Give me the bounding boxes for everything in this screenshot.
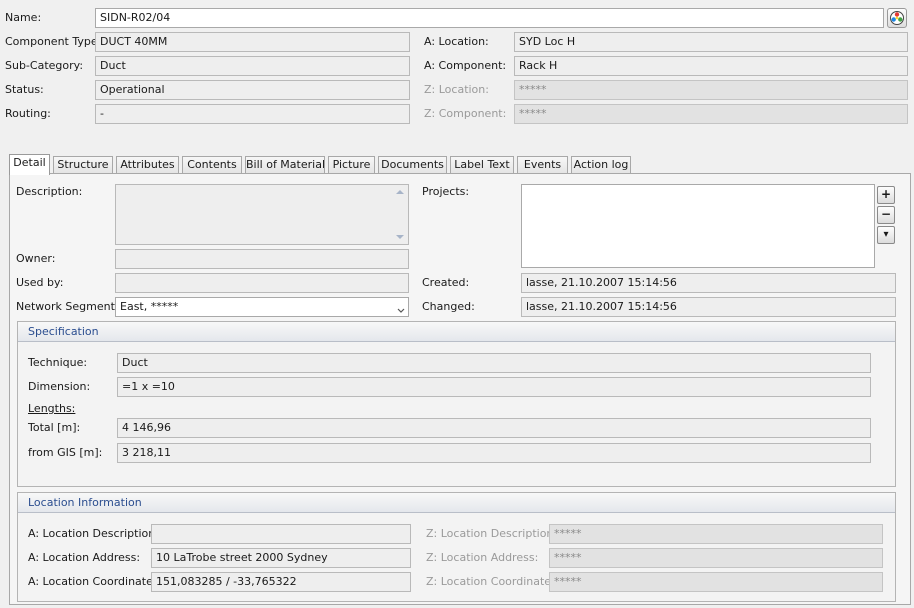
tab-detail[interactable]: Detail <box>9 154 50 175</box>
a-location-address-label: A: Location Address: <box>28 551 141 564</box>
status-label: Status: <box>5 83 44 96</box>
sub-category-field[interactable]: Duct <box>95 56 410 76</box>
created-field: lasse, 21.10.2007 15:14:56 <box>521 273 896 293</box>
status-field[interactable]: Operational <box>95 80 410 100</box>
tab-events[interactable]: Events <box>517 156 568 174</box>
component-type-label: Component Type: <box>5 35 102 48</box>
z-location-field: ***** <box>514 80 908 100</box>
z-location-label: Z: Location: <box>424 83 489 96</box>
tab-documents[interactable]: Documents <box>378 156 447 174</box>
network-segments-label: Network Segments: <box>16 300 125 313</box>
a-location-label: A: Location: <box>424 35 489 48</box>
location-information-title: Location Information <box>18 493 895 513</box>
tab-attributes[interactable]: Attributes <box>116 156 179 174</box>
tab-contents[interactable]: Contents <box>182 156 242 174</box>
tab-label-text[interactable]: Label Text <box>450 156 514 174</box>
a-location-description-field[interactable] <box>151 524 411 544</box>
description-label: Description: <box>16 185 83 198</box>
name-field[interactable]: SIDN-R02/04 <box>95 8 884 28</box>
description-scrollbar[interactable] <box>393 186 407 243</box>
z-component-label: Z: Component: <box>424 107 507 120</box>
tab-bill-of-material[interactable]: Bill of Material <box>245 156 325 174</box>
projects-menu-button[interactable]: ▾ <box>877 226 895 244</box>
tab-structure[interactable]: Structure <box>53 156 113 174</box>
z-location-description-field: ***** <box>549 524 883 544</box>
routing-label: Routing: <box>5 107 51 120</box>
description-field[interactable] <box>115 184 409 245</box>
lengths-heading: Lengths: <box>28 402 76 415</box>
projects-label: Projects: <box>422 185 470 198</box>
a-location-field[interactable]: SYD Loc H <box>514 32 908 52</box>
technique-label: Technique: <box>28 356 88 369</box>
projects-list[interactable] <box>521 184 875 268</box>
z-location-address-label: Z: Location Address: <box>426 551 539 564</box>
add-project-button[interactable]: + <box>877 186 895 204</box>
tab-action-log[interactable]: Action log <box>571 156 631 174</box>
z-location-address-field: ***** <box>549 548 883 568</box>
a-location-coordinates-label: A: Location Coordinates: <box>28 575 163 588</box>
network-segments-select[interactable]: East, ***** <box>115 297 409 317</box>
z-location-description-label: Z: Location Description: <box>426 527 558 540</box>
a-component-label: A: Component: <box>424 59 507 72</box>
technique-field[interactable]: Duct <box>117 353 871 373</box>
specification-title: Specification <box>18 322 895 342</box>
dimension-label: Dimension: <box>28 380 91 393</box>
total-length-field[interactable]: 4 146,96 <box>117 418 871 438</box>
gis-length-label: from GIS [m]: <box>28 446 103 459</box>
created-label: Created: <box>422 276 470 289</box>
total-length-label: Total [m]: <box>28 421 81 434</box>
a-location-coordinates-field[interactable]: 151,083285 / -33,765322 <box>151 572 411 592</box>
component-type-field[interactable]: DUCT 40MM <box>95 32 410 52</box>
tab-picture[interactable]: Picture <box>328 156 375 174</box>
network-segments-value: East, ***** <box>120 300 179 313</box>
dimension-field[interactable]: =1 x =10 <box>117 377 871 397</box>
a-location-description-label: A: Location Description: <box>28 527 159 540</box>
name-label: Name: <box>5 11 42 24</box>
z-location-coordinates-field: ***** <box>549 572 883 592</box>
changed-label: Changed: <box>422 300 475 313</box>
z-location-coordinates-label: Z: Location Coordinates: <box>426 575 561 588</box>
routing-field[interactable]: - <box>95 104 410 124</box>
used-by-field[interactable] <box>115 273 409 293</box>
changed-field: lasse, 21.10.2007 15:14:56 <box>521 297 896 317</box>
used-by-label: Used by: <box>16 276 64 289</box>
gis-length-field[interactable]: 3 218,11 <box>117 443 871 463</box>
sub-category-label: Sub-Category: <box>5 59 84 72</box>
a-location-address-field[interactable]: 10 LaTrobe street 2000 Sydney <box>151 548 411 568</box>
remove-project-button[interactable]: − <box>877 206 895 224</box>
chevron-down-icon <box>397 304 405 316</box>
owner-field[interactable] <box>115 249 409 269</box>
owner-label: Owner: <box>16 252 56 265</box>
a-component-field[interactable]: Rack H <box>514 56 908 76</box>
z-component-field: ***** <box>514 104 908 124</box>
color-wheel-icon[interactable] <box>887 8 907 28</box>
